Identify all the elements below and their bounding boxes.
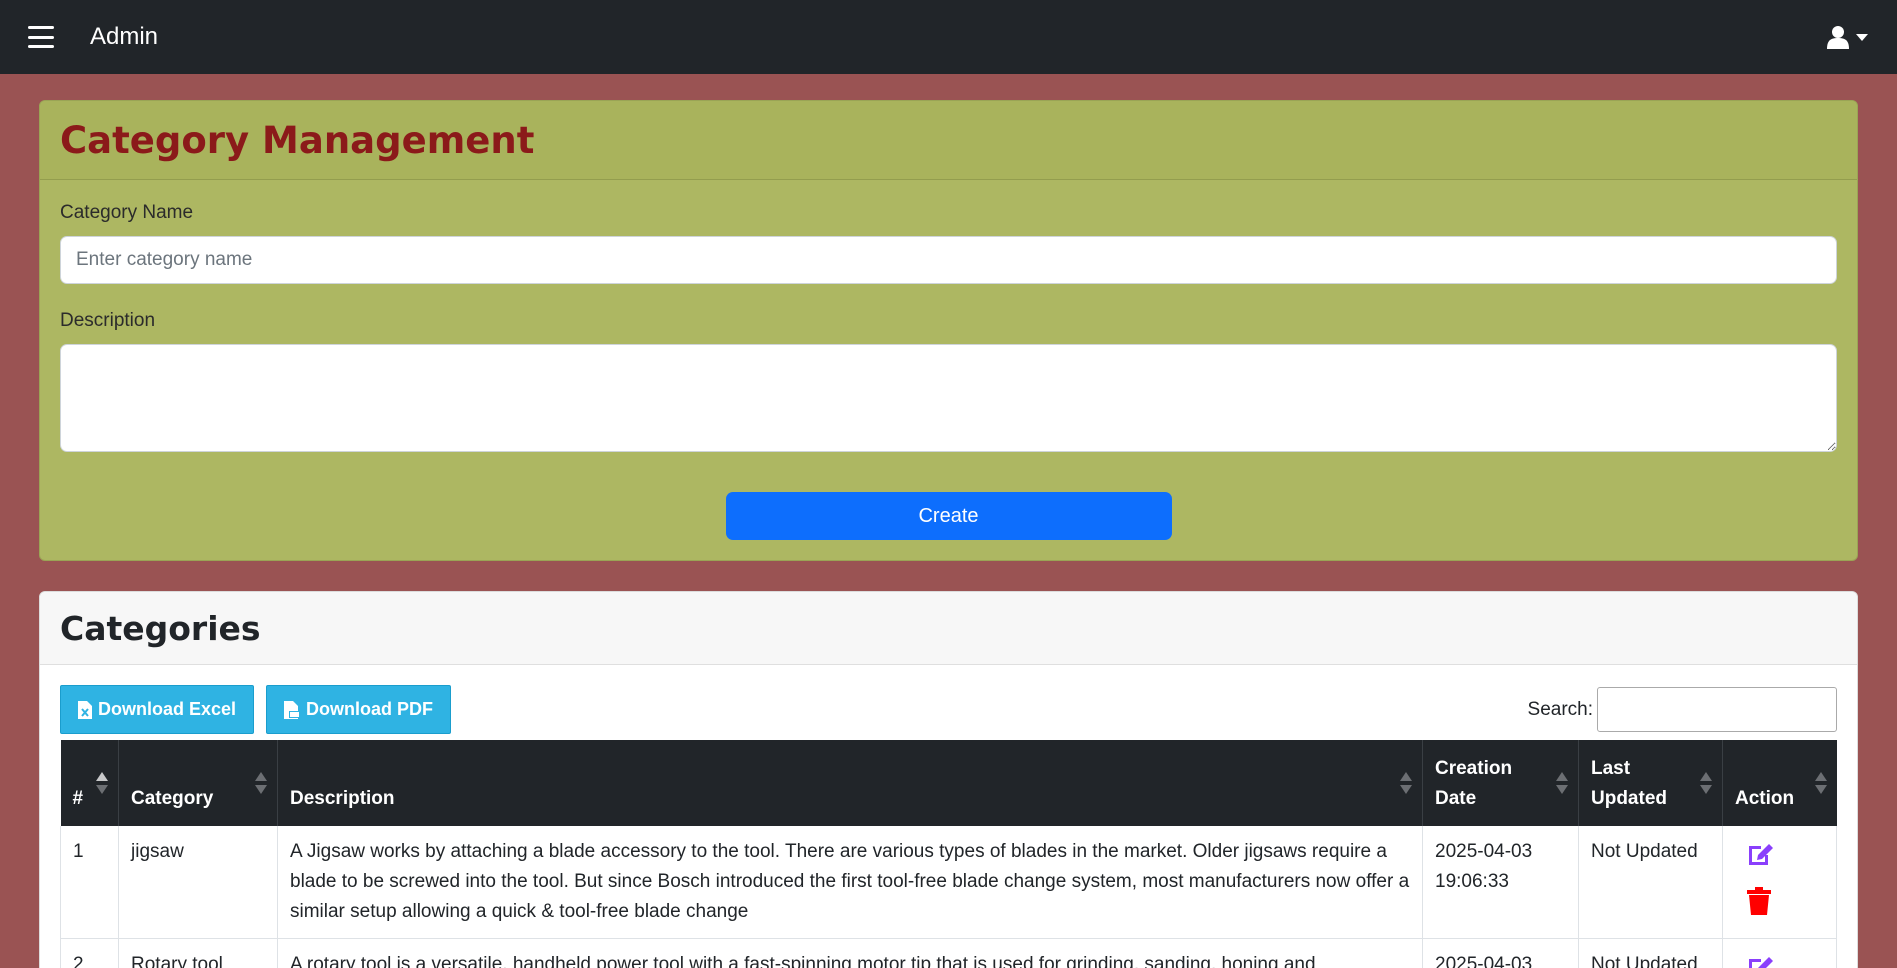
- search-label: Search:: [1527, 698, 1593, 720]
- form-card-header: Category Management: [40, 101, 1857, 180]
- category-form-card: Category Management Category Name Descri…: [39, 100, 1858, 561]
- description-label: Description: [60, 310, 156, 331]
- cell-action: [1722, 938, 1837, 968]
- user-icon: [1827, 26, 1849, 49]
- sort-icon: [96, 772, 108, 794]
- column-header-category[interactable]: Category: [118, 740, 278, 826]
- hamburger-icon[interactable]: [28, 26, 54, 48]
- create-button[interactable]: Create: [725, 492, 1172, 540]
- cell-last-updated: Not Updated: [1578, 938, 1723, 968]
- cell-number: 1: [60, 826, 119, 939]
- cell-creation-date: 2025-04-03: [1422, 938, 1579, 968]
- column-header-last-updated[interactable]: Last Updated: [1578, 740, 1723, 826]
- page-title: Category Management: [60, 118, 535, 162]
- description-textarea[interactable]: [60, 344, 1837, 452]
- cell-last-updated: Not Updated: [1578, 826, 1723, 939]
- cell-number: 2: [60, 938, 119, 968]
- categories-card: Categories Download Excel Download PDF S…: [39, 591, 1858, 968]
- top-navbar: Admin: [0, 0, 1897, 74]
- user-menu-button[interactable]: [1827, 25, 1869, 49]
- edit-icon[interactable]: [1747, 954, 1824, 968]
- delete-icon[interactable]: [1747, 887, 1824, 925]
- cell-description: A rotary tool is a versatile, handheld p…: [277, 938, 1423, 968]
- sort-icon: [1814, 772, 1827, 794]
- sort-icon: [1556, 772, 1568, 794]
- search-input[interactable]: [1597, 687, 1837, 732]
- caret-down-icon: [1856, 34, 1868, 41]
- file-excel-icon: [78, 700, 92, 719]
- sort-icon: [1700, 772, 1712, 794]
- cell-category: Rotary tool: [118, 938, 278, 968]
- sort-icon: [1400, 772, 1412, 794]
- file-pdf-icon: [284, 700, 301, 719]
- table-row: 2 Rotary tool A rotary tool is a versati…: [60, 938, 1837, 968]
- table-toolbar: Download Excel Download PDF Search:: [60, 685, 1837, 734]
- cell-category: jigsaw: [118, 826, 278, 939]
- column-header-action[interactable]: Action: [1722, 740, 1837, 826]
- brand-title[interactable]: Admin: [90, 23, 158, 51]
- sort-icon: [255, 772, 267, 794]
- download-excel-label: Download Excel: [98, 699, 237, 719]
- category-name-input[interactable]: [60, 236, 1837, 284]
- download-pdf-label: Download PDF: [306, 699, 434, 719]
- table-row: 1 jigsaw A Jigsaw works by attaching a b…: [60, 826, 1837, 939]
- category-name-label: Category Name: [60, 202, 194, 223]
- edit-icon[interactable]: [1747, 841, 1824, 877]
- download-pdf-button[interactable]: Download PDF: [266, 685, 452, 734]
- cell-creation-date: 2025-04-03 19:06:33: [1422, 826, 1579, 939]
- column-header-creation-date[interactable]: Creation Date: [1422, 740, 1579, 826]
- categories-table: # Category Description Creation Date Las…: [60, 740, 1837, 968]
- column-header-description[interactable]: Description: [277, 740, 1423, 826]
- column-header-number[interactable]: #: [60, 740, 119, 826]
- categories-title: Categories: [60, 608, 261, 648]
- cell-description: A Jigsaw works by attaching a blade acce…: [277, 826, 1423, 939]
- cell-action: [1722, 826, 1837, 939]
- search-wrap: Search:: [1528, 687, 1837, 732]
- download-excel-button[interactable]: Download Excel: [60, 685, 255, 734]
- categories-card-header: Categories: [40, 592, 1857, 665]
